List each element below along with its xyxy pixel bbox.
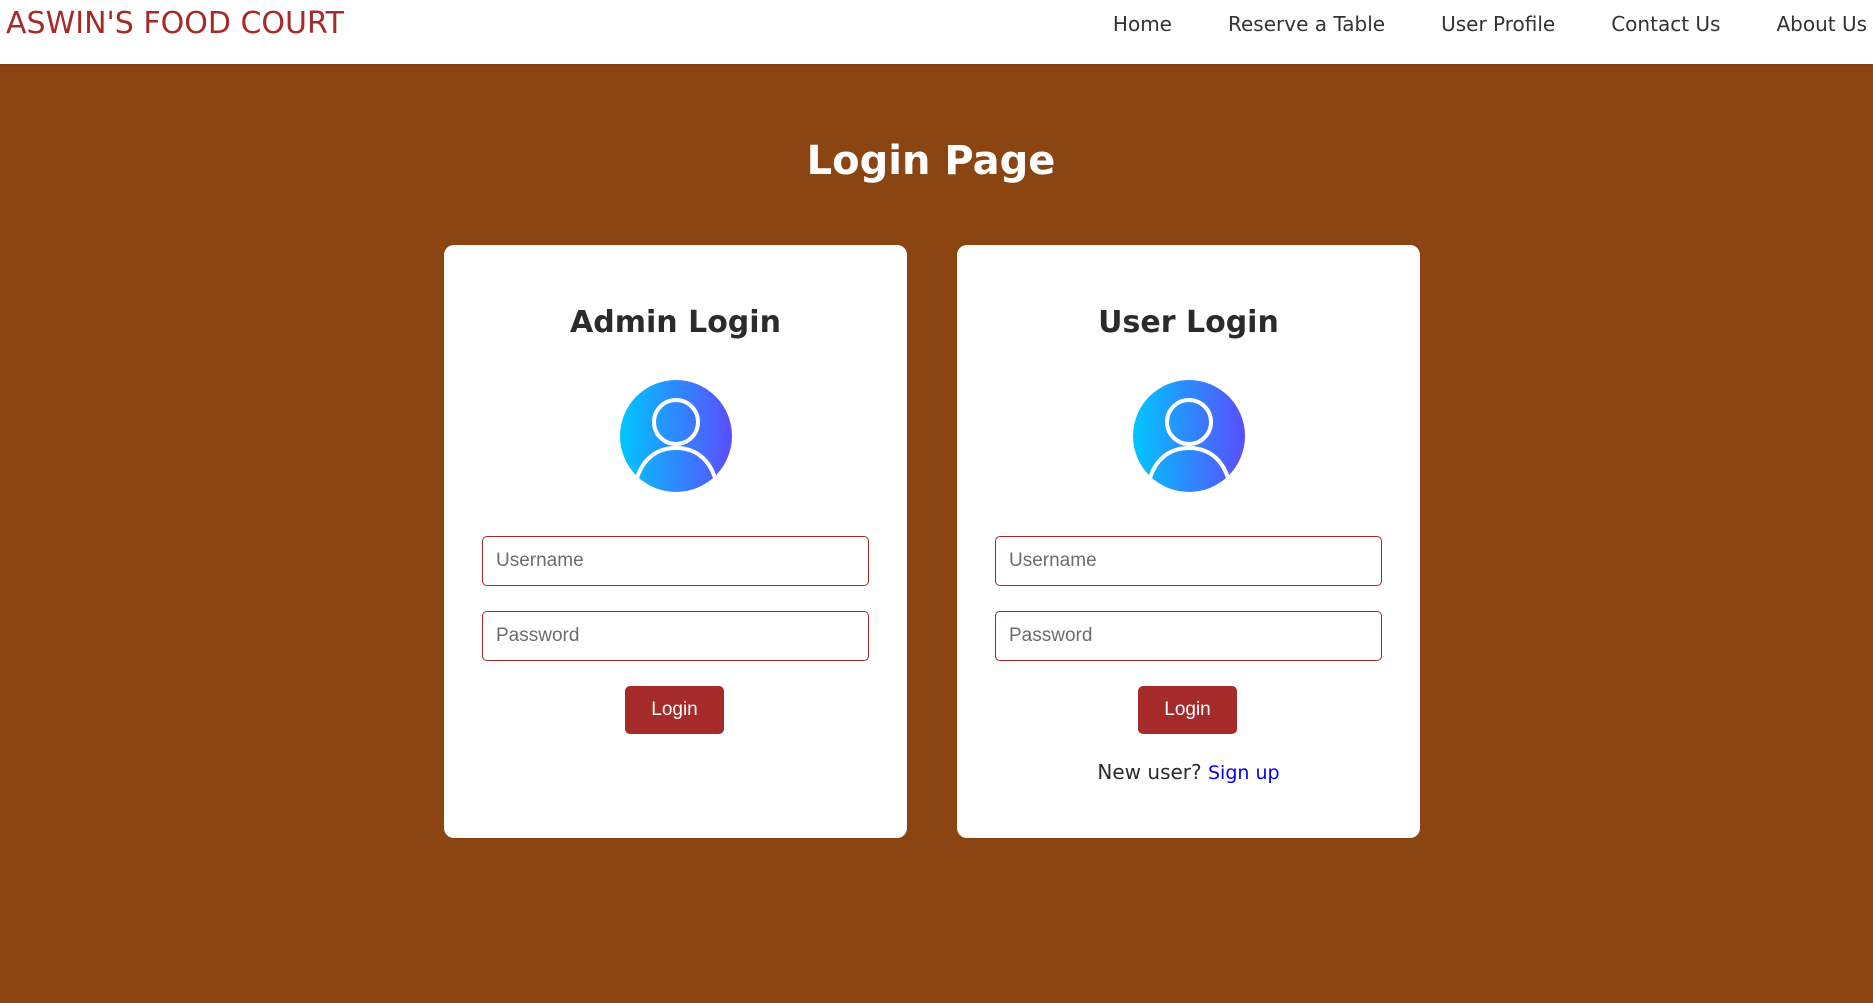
user-avatar-icon: [1133, 380, 1245, 492]
admin-login-button[interactable]: Login: [625, 686, 724, 734]
signup-prompt-text: New user?: [1097, 760, 1202, 784]
user-login-button[interactable]: Login: [1138, 686, 1237, 734]
navbar: ASWIN'S FOOD COURT Home Reserve a Table …: [0, 0, 1873, 64]
admin-password-input[interactable]: [482, 611, 869, 661]
user-login-card: User Login Login New user? Sign up: [957, 245, 1420, 838]
user-username-input[interactable]: [995, 536, 1382, 586]
user-password-input[interactable]: [995, 611, 1382, 661]
brand-logo[interactable]: ASWIN'S FOOD COURT: [6, 6, 344, 41]
signup-prompt-line: New user? Sign up: [957, 760, 1420, 784]
signup-link[interactable]: Sign up: [1208, 762, 1280, 784]
nav-link-about-us[interactable]: About Us: [1776, 12, 1867, 36]
nav-link-user-profile[interactable]: User Profile: [1441, 12, 1555, 36]
nav-link-home[interactable]: Home: [1113, 12, 1172, 36]
nav-link-contact-us[interactable]: Contact Us: [1611, 12, 1720, 36]
nav-links: Home Reserve a Table User Profile Contac…: [1057, 12, 1873, 36]
admin-username-input[interactable]: [482, 536, 869, 586]
user-avatar-icon: [620, 380, 732, 492]
page-title: Login Page: [806, 138, 1056, 184]
admin-login-card: Admin Login Login: [444, 245, 907, 838]
admin-login-heading: Admin Login: [570, 305, 781, 340]
nav-link-reserve-table[interactable]: Reserve a Table: [1228, 12, 1385, 36]
user-login-heading: User Login: [1098, 305, 1279, 340]
